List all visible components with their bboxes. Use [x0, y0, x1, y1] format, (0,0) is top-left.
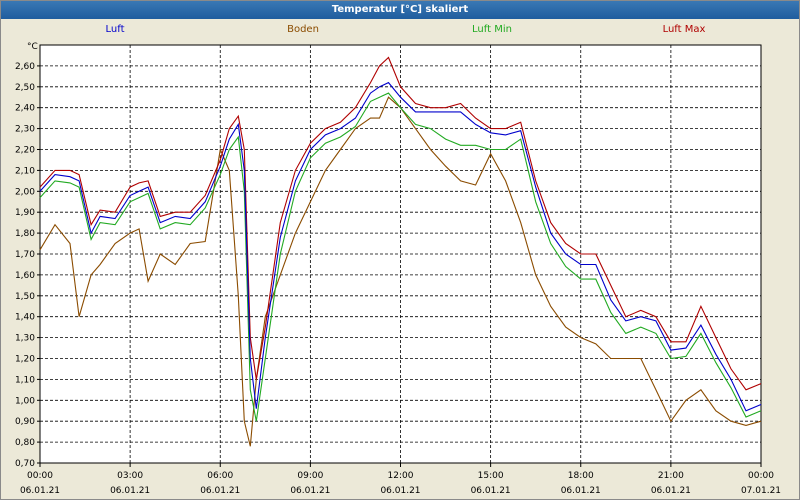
y-tick-label: 1,40 — [15, 313, 35, 323]
x-tick-date: 06.01.21 — [380, 486, 420, 496]
x-tick-time: 21:00 — [658, 471, 684, 481]
x-tick-date: 06.01.21 — [20, 486, 60, 496]
y-tick-label: 2,30 — [15, 125, 35, 135]
line-chart: 0,70 0,80 0,90 1,00 1,10 1,20 1,30 1,40 1,50 1,60… — [15, 42, 781, 496]
y-tick-label: 2,20 — [15, 146, 35, 156]
y-tick-label: 2,10 — [15, 166, 35, 176]
y-tick-label: 2,60 — [15, 62, 35, 72]
x-tick-date: 06.01.21 — [561, 486, 601, 496]
x-tick-time: 12:00 — [388, 471, 414, 481]
y-tick-label: 2,40 — [15, 104, 35, 114]
x-tick-date: 06.01.21 — [200, 486, 240, 496]
y-tick-label: 1,10 — [15, 375, 35, 385]
x-tick-time: 06:00 — [207, 471, 233, 481]
y-tick-label: 1,20 — [15, 355, 35, 365]
x-tick-date: 06.01.21 — [110, 486, 150, 496]
y-tick-label: 1,90 — [15, 208, 35, 218]
x-tick-date: 06.01.21 — [471, 486, 511, 496]
y-tick-label: 1,30 — [15, 334, 35, 344]
x-tick-time: 00:00 — [27, 471, 53, 481]
y-tick-label: 0,70 — [15, 459, 35, 469]
x-tick-time: 00:00 — [748, 471, 774, 481]
y-tick-label: 2,00 — [15, 187, 35, 197]
y-tick-label: 2,50 — [15, 83, 35, 93]
y-tick-label: 0,80 — [15, 438, 35, 448]
y-tick-label: 0,90 — [15, 417, 35, 427]
x-tick-time: 15:00 — [478, 471, 504, 481]
x-tick-time: 03:00 — [117, 471, 143, 481]
y-tick-label: 1,80 — [15, 229, 35, 239]
x-tick-time: 09:00 — [297, 471, 323, 481]
y-tick-label: 1,00 — [15, 396, 35, 406]
chart-window: Temperatur [°C] skaliert Luft Boden Luft… — [0, 0, 800, 500]
y-tick-label: 1,50 — [15, 292, 35, 302]
x-tick-date: 06.01.21 — [290, 486, 330, 496]
y-tick-label: 1,60 — [15, 271, 35, 281]
y-tick-label: 1,70 — [15, 250, 35, 260]
x-tick-time: 18:00 — [568, 471, 594, 481]
y-axis-label: °C — [27, 42, 38, 52]
x-tick-date: 07.01.21 — [741, 486, 781, 496]
x-tick-date: 06.01.21 — [651, 486, 691, 496]
